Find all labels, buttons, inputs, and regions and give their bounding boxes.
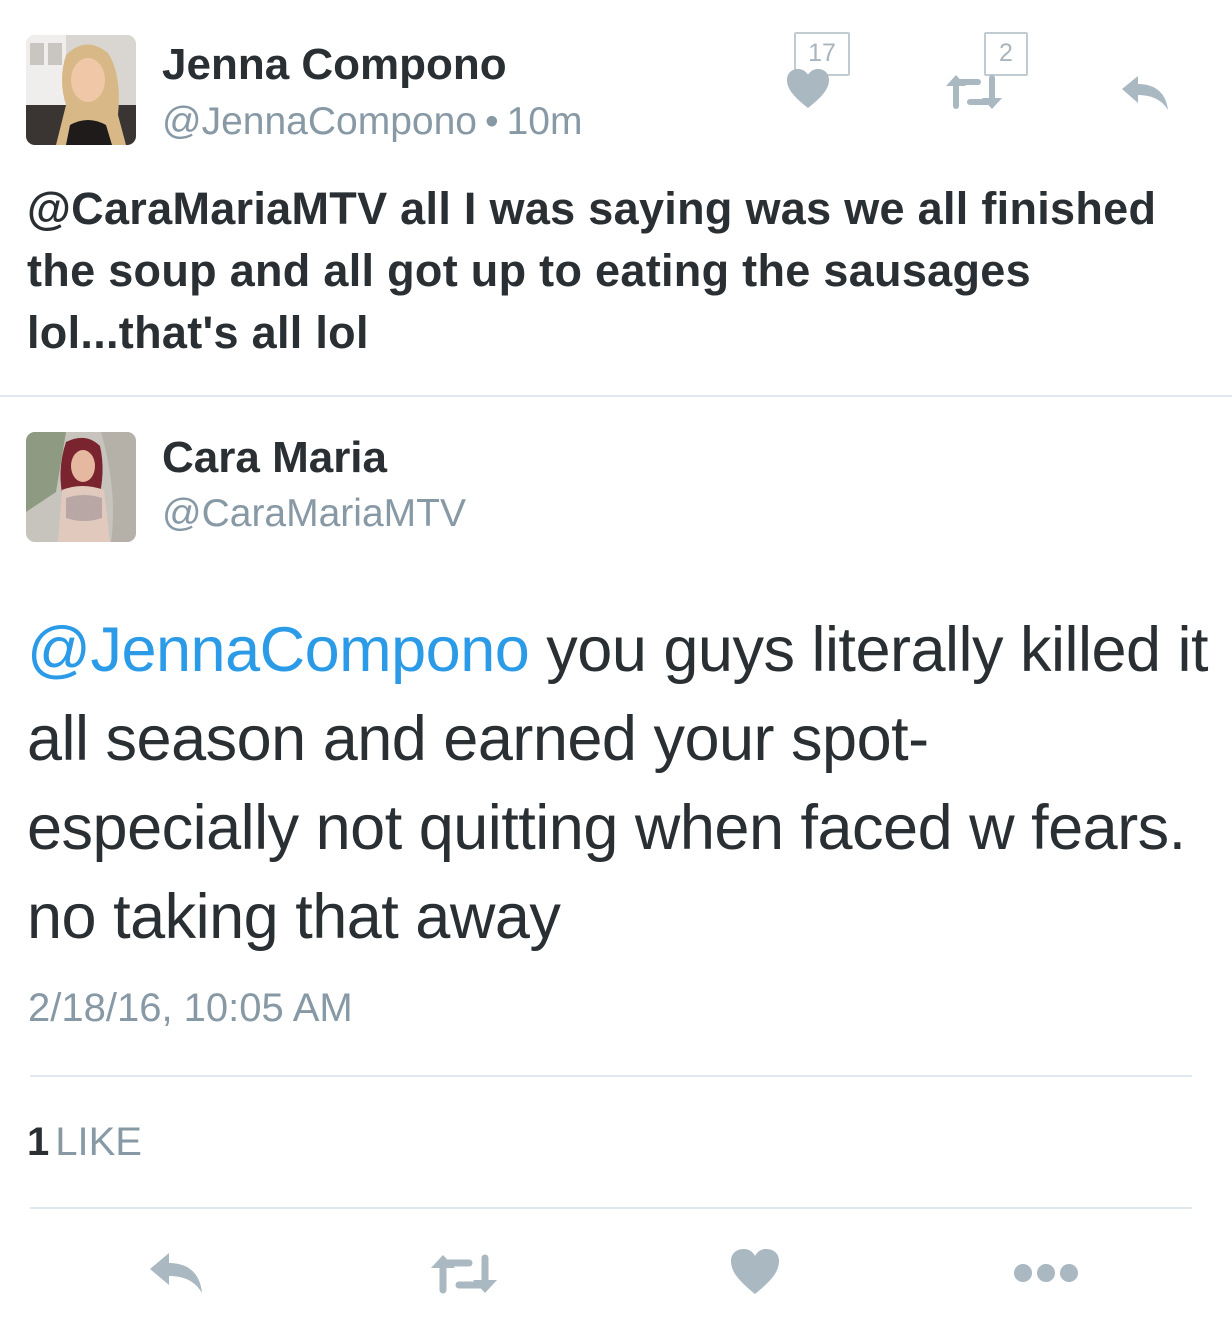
author-handle[interactable]: @CaraMariaMTV [162, 492, 466, 536]
retweet-icon[interactable] [944, 72, 1004, 112]
author-handle[interactable]: @JennaCompono [162, 100, 477, 143]
tweet-divider [0, 395, 1232, 397]
likes-stat[interactable]: 1 LIKE [27, 1120, 142, 1165]
author-name[interactable]: Cara Maria [162, 433, 387, 483]
tweet-timestamp: 2/18/16, 10:05 AM [28, 986, 353, 1030]
avatar-jenna[interactable] [26, 35, 136, 145]
avatar-cara[interactable] [26, 432, 136, 542]
likes-count: 1 [27, 1120, 50, 1164]
reply-icon[interactable] [1120, 75, 1170, 111]
heart-icon[interactable] [786, 68, 830, 110]
retweet-count-badge: 2 [984, 32, 1028, 76]
reply-icon[interactable] [148, 1252, 204, 1294]
actions-divider [30, 1207, 1192, 1209]
tweet-text: @CaraMariaMTV all I was saying was we al… [27, 183, 1157, 358]
heart-icon[interactable] [730, 1248, 780, 1296]
stats-divider [30, 1075, 1192, 1077]
tweet-time[interactable]: 10m [507, 100, 583, 143]
author-name[interactable]: Jenna Compono [162, 40, 507, 90]
more-icon[interactable] [1012, 1262, 1080, 1284]
author-meta: @JennaCompono • 10m [162, 100, 582, 144]
likes-label: LIKE [55, 1120, 142, 1164]
tweet-text: @JennaCompono you guys literally killed … [27, 606, 1217, 962]
retweet-icon[interactable] [429, 1252, 499, 1296]
meta-separator: • [484, 100, 499, 143]
mention-link[interactable]: @JennaCompono [27, 615, 530, 685]
